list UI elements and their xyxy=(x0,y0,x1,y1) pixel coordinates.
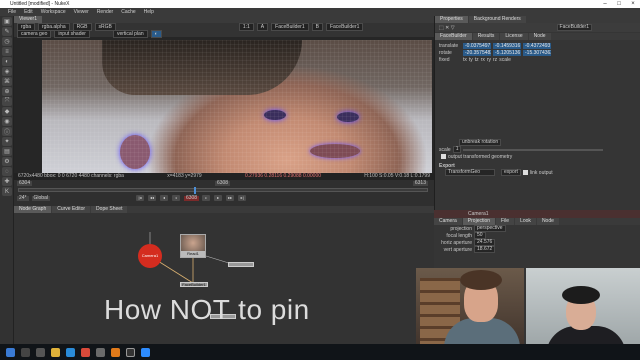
viewer-node[interactable] xyxy=(228,262,254,267)
person-1-hair xyxy=(460,270,502,290)
tab-properties[interactable]: Properties xyxy=(435,16,468,23)
horiz-aperture-field[interactable]: 24.576 xyxy=(474,239,496,246)
browser-icon[interactable] xyxy=(66,347,75,357)
focal-length-field[interactable]: 50 xyxy=(474,232,486,239)
tab-camera[interactable]: Camera xyxy=(434,218,462,225)
fixed-tx[interactable]: tx xyxy=(463,57,467,63)
translate-label: translate xyxy=(439,42,459,49)
read-node-thumbnail xyxy=(181,235,205,251)
camera-node[interactable]: Camera1 xyxy=(138,244,162,268)
scale-field[interactable]: 1 xyxy=(452,146,462,153)
fixed-rx[interactable]: rx xyxy=(481,57,485,63)
translate-x[interactable]: -0.0375497 xyxy=(463,42,491,49)
tab-license[interactable]: License xyxy=(500,33,528,40)
app-icon[interactable] xyxy=(96,347,105,357)
task-view-icon[interactable] xyxy=(36,347,45,357)
panel-tools-icons[interactable]: ⬚ ✕ ▽ xyxy=(439,25,455,31)
facebuilder-node-label: FaceBuilder1 xyxy=(182,282,206,287)
search-icon[interactable] xyxy=(21,347,30,357)
unbreak-rotation-button[interactable]: unbreak rotation xyxy=(459,139,502,146)
file-explorer-icon[interactable] xyxy=(51,347,60,357)
tab-background-renders[interactable]: Background Renders xyxy=(468,16,526,23)
camera-panel-title: Camera1 xyxy=(468,211,489,217)
chrome-icon[interactable] xyxy=(81,347,90,357)
tab-file[interactable]: File xyxy=(496,218,515,225)
tab-camera-node[interactable]: Node xyxy=(536,218,559,225)
export-type-select[interactable]: TransformGeo xyxy=(445,169,495,176)
rotate-z[interactable]: -15.3074363 xyxy=(523,49,551,56)
tab-projection[interactable]: Projection xyxy=(462,218,496,225)
tab-node[interactable]: Node xyxy=(528,33,551,40)
translate-z[interactable]: -0.4372493 xyxy=(523,42,551,49)
webcam-feed-2 xyxy=(526,268,640,354)
scale-slider[interactable] xyxy=(463,148,604,151)
projection-select[interactable]: perspective xyxy=(474,225,506,232)
fixed-scale[interactable]: scale xyxy=(499,57,511,63)
fixed-rz[interactable]: rz xyxy=(493,57,497,63)
facebuilder-node[interactable]: FaceBuilder1 xyxy=(180,282,208,287)
node-name-field[interactable]: FaceBuilder1 xyxy=(556,24,593,31)
read-node[interactable]: Read1 xyxy=(180,234,206,258)
fixed-tz[interactable]: tz xyxy=(475,57,479,63)
link-output-checkbox[interactable] xyxy=(522,170,528,175)
export-button[interactable]: export xyxy=(501,169,521,176)
fixed-ty[interactable]: ty xyxy=(469,57,473,63)
horiz-aperture-label: horiz aperture xyxy=(441,239,472,246)
projection-label: projection xyxy=(450,225,472,232)
focal-length-label: focal length xyxy=(446,232,472,239)
camera-properties: Camera1 Camera Projection File Look Node… xyxy=(434,210,640,270)
scale-label: scale xyxy=(439,146,451,153)
camera-node-label: Camera1 xyxy=(141,253,159,258)
tab-look[interactable]: Look xyxy=(515,218,536,225)
rotate-x[interactable]: -20.3575483 xyxy=(463,49,491,56)
export-section-label: Export xyxy=(439,162,455,169)
output-transformed-checkbox[interactable] xyxy=(441,154,446,159)
webcam-feed-1 xyxy=(416,268,524,354)
vert-aperture-field[interactable]: 18.672 xyxy=(474,246,496,253)
zoom-icon[interactable] xyxy=(141,347,150,357)
vert-aperture-label: vert aperture xyxy=(443,246,472,253)
rotate-y[interactable]: -5.1205136 xyxy=(493,49,521,56)
rotate-label: rotate xyxy=(439,49,452,56)
fixed-ry[interactable]: ry xyxy=(487,57,491,63)
read-node-label: Read1 xyxy=(181,251,205,257)
nuke-icon[interactable] xyxy=(111,347,120,357)
person-2-hair xyxy=(562,286,600,304)
windows-start-icon[interactable] xyxy=(6,347,15,357)
translate-y[interactable]: -0.1459316 xyxy=(493,42,521,49)
output-transformed-label: output transformed geometry xyxy=(448,153,513,160)
link-output-label: link output xyxy=(529,169,553,176)
tab-facebuilder[interactable]: FaceBuilder xyxy=(435,33,472,40)
video-overlay-title: How NOT to pin xyxy=(104,294,310,325)
fixed-label: fixed xyxy=(439,56,450,63)
windows-taskbar xyxy=(0,344,640,360)
tab-results[interactable]: Results xyxy=(472,33,500,40)
obs-icon[interactable] xyxy=(126,347,135,357)
